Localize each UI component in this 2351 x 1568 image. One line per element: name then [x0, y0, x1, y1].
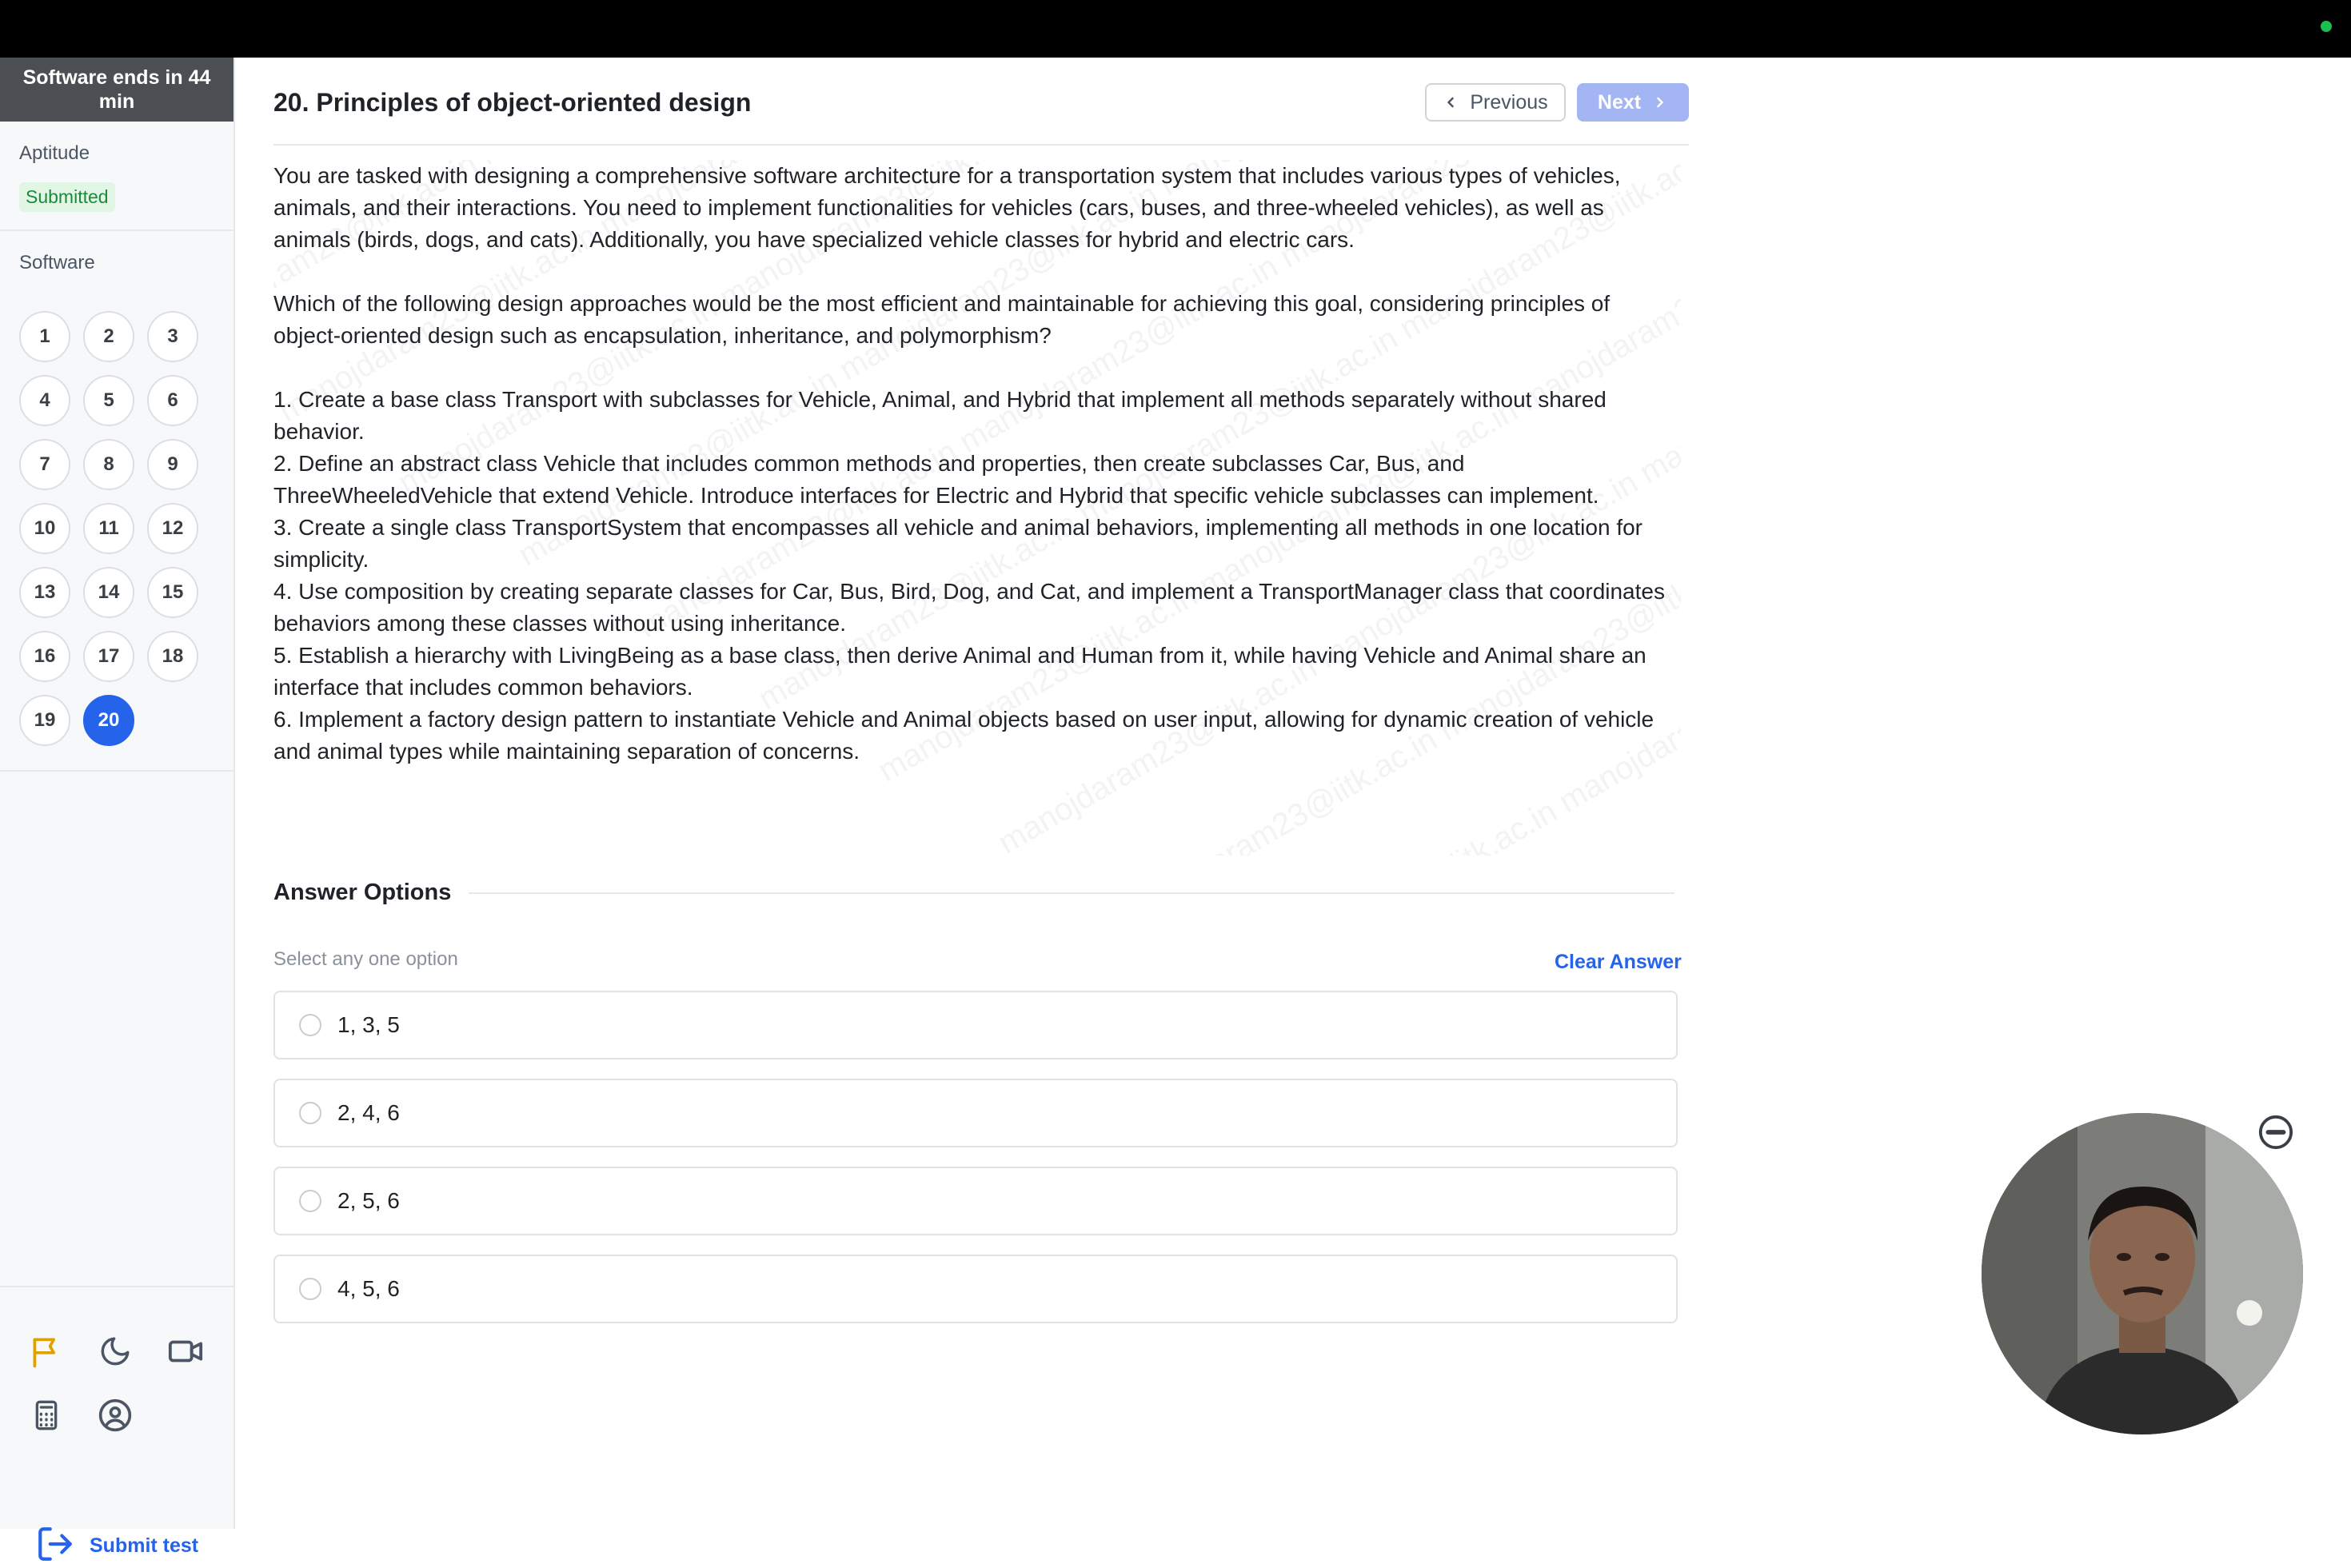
logout-icon [35, 1524, 75, 1568]
question-button-4[interactable]: 4 [19, 375, 70, 426]
moon-icon[interactable] [96, 1332, 134, 1371]
chevron-right-icon [1657, 97, 1663, 108]
question-button-3[interactable]: 3 [147, 311, 198, 362]
answer-options-header: Answer Options [273, 880, 1674, 906]
previous-button[interactable]: Previous [1425, 83, 1566, 122]
question-button-6[interactable]: 6 [147, 375, 198, 426]
section-timer: Software ends in 44 min [0, 58, 234, 122]
question-button-18[interactable]: 18 [147, 631, 198, 682]
previous-label: Previous [1470, 90, 1548, 114]
question-button-20-current[interactable]: 20 [83, 695, 134, 746]
section-title-aptitude: Aptitude [19, 142, 90, 164]
question-text: manojdaram23@iitk.ac.in manojdaram23@iit… [273, 160, 1681, 856]
question-button-16[interactable]: 16 [19, 631, 70, 682]
video-camera-icon[interactable] [166, 1332, 205, 1371]
flag-icon[interactable] [27, 1332, 66, 1371]
question-button-5[interactable]: 5 [83, 375, 134, 426]
answer-option-1[interactable]: 1, 3, 5 [273, 991, 1678, 1059]
calculator-icon[interactable] [27, 1396, 66, 1434]
minimize-webcam-button[interactable] [2257, 1113, 2295, 1151]
radio-button[interactable] [299, 1102, 321, 1124]
answer-option-3[interactable]: 2, 5, 6 [273, 1167, 1678, 1235]
question-button-7[interactable]: 7 [19, 439, 70, 490]
approach-item-6: 6. Implement a factory design pattern to… [273, 707, 1654, 764]
sidebar-tools: Submit test [0, 1286, 234, 1561]
answer-option-label: 2, 4, 6 [337, 1100, 400, 1125]
approach-item-4: 4. Use composition by creating separate … [273, 579, 1665, 636]
question-button-11[interactable]: 11 [83, 503, 134, 554]
question-button-10[interactable]: 10 [19, 503, 70, 554]
recording-indicator [2321, 21, 2332, 32]
radio-button[interactable] [299, 1190, 321, 1212]
answer-option-2[interactable]: 2, 4, 6 [273, 1079, 1678, 1147]
answer-options-title: Answer Options [273, 880, 452, 905]
clear-answer-button[interactable]: Clear Answer [1555, 951, 1682, 974]
status-badge: Submitted [19, 182, 115, 212]
approach-item-5: 5. Establish a hierarchy with LivingBein… [273, 643, 1646, 700]
approach-list: 1. Create a base class Transport with su… [273, 384, 1681, 768]
approach-item-2: 2. Define an abstract class Vehicle that… [273, 451, 1599, 508]
section-software: Software 1 2 3 4 5 6 7 8 9 10 11 12 13 1… [0, 231, 234, 772]
answer-option-4[interactable]: 4, 5, 6 [273, 1255, 1678, 1323]
question-palette: 1 2 3 4 5 6 7 8 9 10 11 12 13 14 15 16 1… [19, 311, 214, 746]
question-button-15[interactable]: 15 [147, 567, 198, 618]
answer-option-label: 2, 5, 6 [337, 1188, 400, 1213]
question-button-12[interactable]: 12 [147, 503, 198, 554]
section-aptitude: Aptitude Submitted [0, 122, 234, 231]
question-paragraph-1: You are tasked with designing a comprehe… [273, 163, 1621, 252]
radio-button[interactable] [299, 1014, 321, 1036]
question-button-8[interactable]: 8 [83, 439, 134, 490]
radio-button[interactable] [299, 1278, 321, 1300]
next-label: Next [1597, 90, 1642, 114]
question-button-2[interactable]: 2 [83, 311, 134, 362]
question-button-14[interactable]: 14 [83, 567, 134, 618]
question-button-9[interactable]: 9 [147, 439, 198, 490]
question-title: 20. Principles of object-oriented design [273, 88, 752, 117]
question-button-13[interactable]: 13 [19, 567, 70, 618]
webcam-person-image [1982, 1113, 2303, 1434]
question-paragraph-2: Which of the following design approaches… [273, 291, 1611, 348]
top-bar [0, 0, 2351, 58]
sidebar: Software ends in 44 min Aptitude Submitt… [0, 58, 235, 1561]
question-button-17[interactable]: 17 [83, 631, 134, 682]
webcam-preview [1982, 1113, 2303, 1434]
answer-option-label: 4, 5, 6 [337, 1276, 400, 1301]
divider [469, 892, 1674, 894]
approach-item-1: 1. Create a base class Transport with su… [273, 387, 1607, 444]
answer-option-label: 1, 3, 5 [337, 1012, 400, 1037]
chevron-left-icon [1447, 97, 1455, 108]
select-hint: Select any one option [273, 948, 458, 970]
user-profile-icon[interactable] [96, 1396, 134, 1434]
question-button-19[interactable]: 19 [19, 695, 70, 746]
minus-circle-icon [2258, 1115, 2293, 1150]
question-button-1[interactable]: 1 [19, 311, 70, 362]
approach-item-3: 3. Create a single class TransportSystem… [273, 515, 1643, 572]
next-button[interactable]: Next [1577, 83, 1689, 122]
submit-test-label: Submit test [90, 1534, 199, 1557]
section-title-software: Software [19, 252, 95, 273]
submit-test-button[interactable]: Submit test [35, 1524, 198, 1568]
